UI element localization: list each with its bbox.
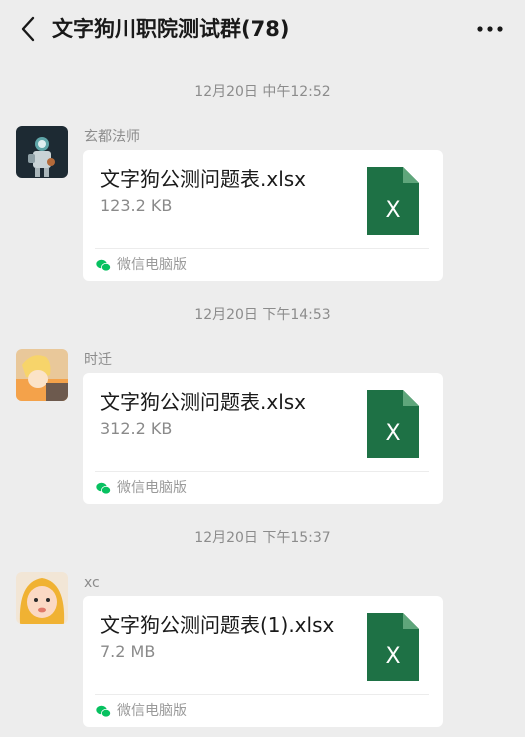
excel-badge: X	[385, 644, 400, 669]
file-name: 文字狗公测问题表.xlsx	[100, 167, 307, 191]
source-app: 微信电脑版	[96, 478, 187, 498]
wechat-icon	[96, 259, 111, 271]
divider	[95, 248, 429, 249]
sender-name: 时迁	[84, 352, 112, 368]
more-dots-icon	[477, 26, 503, 32]
excel-file-icon: X	[367, 390, 419, 458]
file-size: 312.2 KB	[100, 419, 173, 438]
astronaut-avatar	[16, 126, 68, 178]
source-app: 微信电脑版	[96, 255, 187, 275]
divider	[95, 694, 429, 695]
source-label: 微信电脑版	[117, 480, 187, 496]
chat-title: 文字狗川职院测试群(78)	[52, 17, 290, 41]
file-size: 123.2 KB	[100, 196, 173, 215]
wechat-icon	[96, 482, 111, 494]
avatar[interactable]	[16, 126, 68, 178]
file-message-card[interactable]: 文字狗公测问题表.xlsx 123.2 KB X 微信电脑版	[83, 150, 443, 281]
sender-name: 玄都法师	[84, 129, 140, 145]
excel-badge: X	[385, 421, 400, 446]
avatar[interactable]	[16, 572, 68, 624]
file-size: 7.2 MB	[100, 642, 156, 661]
divider	[95, 471, 429, 472]
child-avatar	[16, 572, 68, 624]
sender-name: xc	[84, 575, 100, 591]
back-button[interactable]	[14, 14, 42, 44]
excel-file-icon: X	[367, 167, 419, 235]
excel-file-icon: X	[367, 613, 419, 681]
more-button[interactable]	[473, 14, 507, 44]
file-message-card[interactable]: 文字狗公测问题表.xlsx 312.2 KB X 微信电脑版	[83, 373, 443, 504]
excel-badge: X	[385, 198, 400, 223]
source-label: 微信电脑版	[117, 703, 187, 719]
wechat-icon	[96, 705, 111, 717]
file-message-card[interactable]: 文字狗公测问题表(1).xlsx 7.2 MB X 微信电脑版	[83, 596, 443, 727]
file-name: 文字狗公测问题表(1).xlsx	[100, 613, 335, 637]
chat-header: 文字狗川职院测试群(78)	[0, 0, 525, 58]
avatar[interactable]	[16, 349, 68, 401]
message-timestamp: 12月20日 下午15:37	[194, 530, 331, 546]
file-name: 文字狗公测问题表.xlsx	[100, 390, 307, 414]
message-timestamp: 12月20日 下午14:53	[194, 307, 331, 323]
source-app: 微信电脑版	[96, 701, 187, 721]
anime-avatar	[16, 349, 68, 401]
message-timestamp: 12月20日 中午12:52	[194, 84, 331, 100]
source-label: 微信电脑版	[117, 257, 187, 273]
chevron-left-icon	[21, 16, 35, 42]
